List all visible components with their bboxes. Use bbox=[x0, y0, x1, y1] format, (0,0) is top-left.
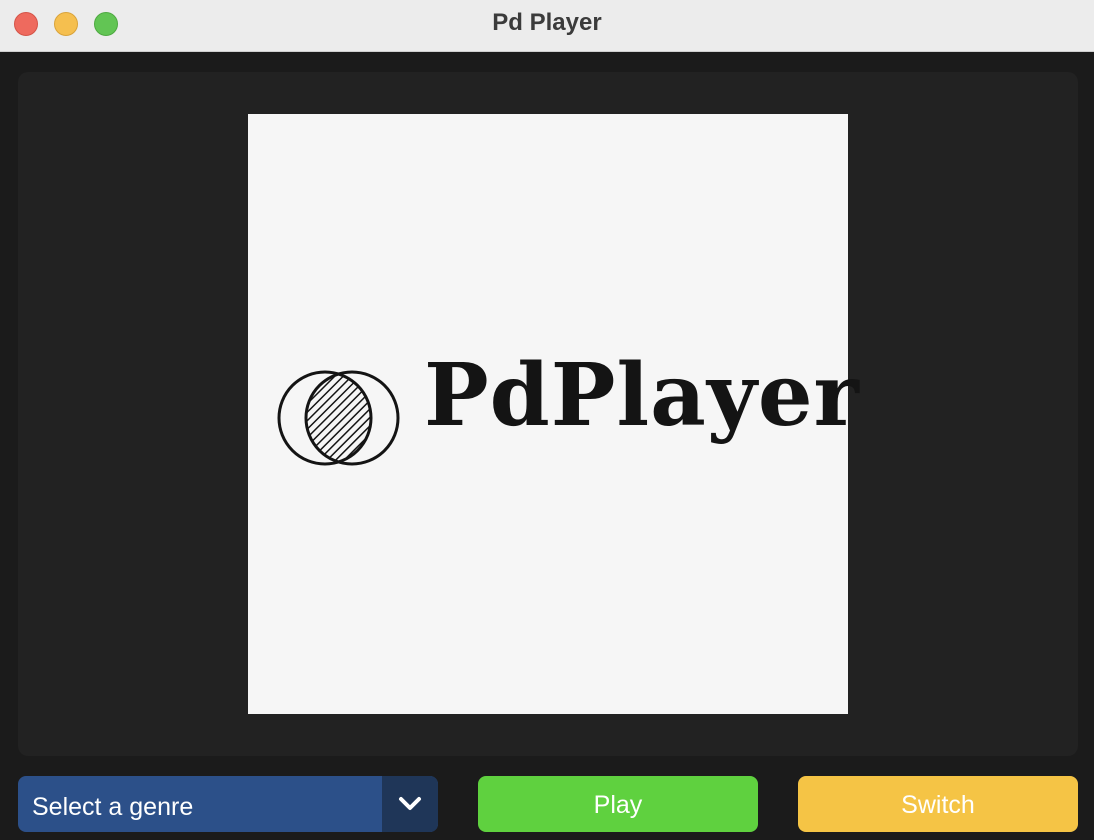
play-button[interactable]: Play bbox=[478, 776, 758, 832]
window-title: Pd Player bbox=[492, 9, 602, 36]
artwork-panel: PdPlayer bbox=[18, 72, 1078, 756]
app-window: Pd Player PdPlayer Select a genre Play S… bbox=[0, 0, 1094, 840]
genre-select[interactable]: Select a genre bbox=[18, 776, 438, 832]
genre-select-value: Select a genre bbox=[32, 793, 194, 821]
album-artwork: PdPlayer bbox=[248, 114, 859, 714]
logo-wordmark: PdPlayer bbox=[424, 345, 860, 446]
genre-dropdown-toggle[interactable] bbox=[382, 776, 438, 832]
chevron-down-icon bbox=[399, 797, 421, 810]
switch-button[interactable]: Switch bbox=[798, 776, 1078, 832]
title-bar: Pd Player bbox=[0, 0, 1094, 52]
